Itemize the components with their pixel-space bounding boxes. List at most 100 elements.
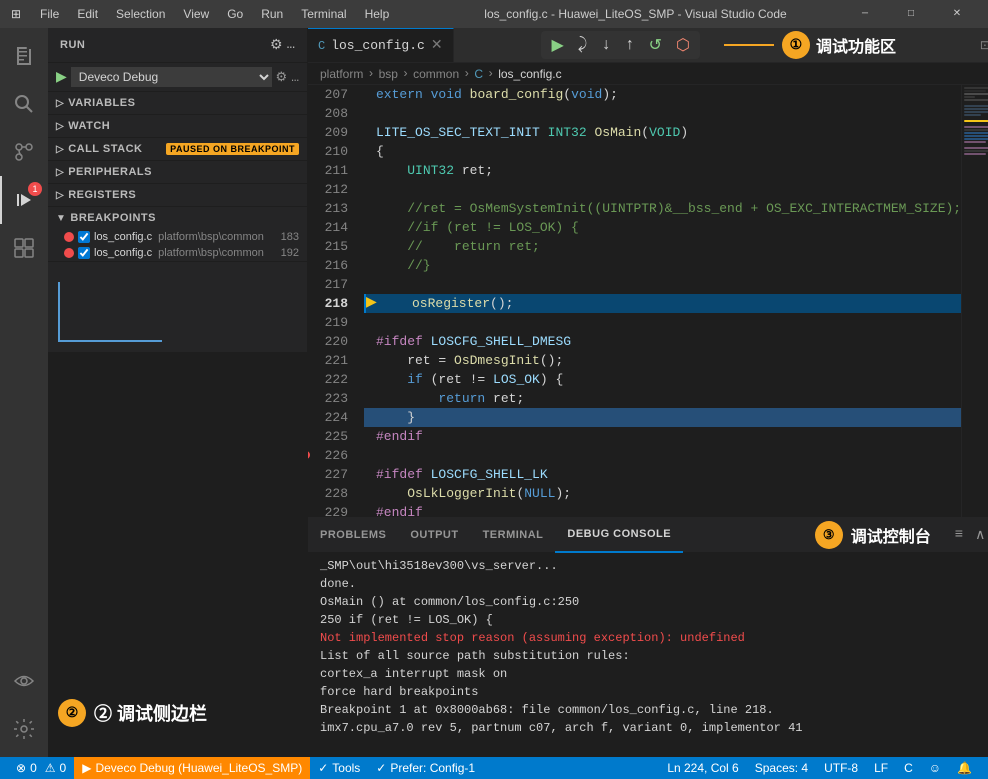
editor-layout-button[interactable]: ⊡	[980, 38, 988, 53]
menu-edit[interactable]: Edit	[69, 5, 106, 23]
breakpoints-section: ▼ BREAKPOINTS los_config.c platform\bsp\…	[48, 207, 307, 262]
debug-step-into-button[interactable]: ↓	[597, 34, 615, 56]
status-errors[interactable]: ⊗ 0 ⚠ 0	[8, 757, 74, 779]
mm-line-20	[964, 144, 988, 146]
console-line-11	[320, 737, 988, 755]
peripherals-chevron: ▷	[56, 167, 64, 178]
console-line-1: _SMP\out\hi3518ev300\vs_server...	[320, 557, 988, 575]
code-line-207: extern void board_config(void);	[364, 85, 961, 104]
more-options-icon[interactable]: …	[287, 37, 295, 53]
menu-file[interactable]: File	[32, 5, 67, 23]
breadcrumb-platform[interactable]: platform	[320, 67, 363, 81]
menu-selection[interactable]: Selection	[108, 5, 173, 23]
menu-go[interactable]: Go	[219, 5, 251, 23]
debug-step-over-button[interactable]: ⤸	[574, 34, 592, 56]
registers-header[interactable]: ▷ REGISTERS	[48, 184, 307, 206]
activity-extensions[interactable]	[0, 224, 48, 272]
variables-label: VARIABLES	[68, 97, 135, 109]
maximize-button[interactable]: □	[888, 0, 934, 28]
ln-213: 213	[308, 199, 348, 218]
settings-icon[interactable]: ⚙	[270, 37, 283, 54]
bp-path-2: platform\bsp\common	[158, 247, 264, 259]
panel-collapse-button[interactable]: ∧	[971, 525, 988, 546]
activity-remote[interactable]	[0, 657, 48, 705]
debug-config-select[interactable]: Deveco Debug	[71, 67, 272, 87]
notification-icon: 🔔	[957, 761, 972, 775]
minimize-button[interactable]: ─	[842, 0, 888, 28]
code-content[interactable]: extern void board_config(void); LITE_OS_…	[356, 85, 961, 517]
status-encoding[interactable]: UTF-8	[816, 757, 866, 779]
variables-chevron: ▷	[56, 98, 64, 109]
mm-line-1	[964, 87, 988, 89]
annotation-bracket	[58, 282, 162, 342]
breadcrumb-lang[interactable]: C	[474, 67, 483, 81]
breadcrumb-file[interactable]: los_config.c	[498, 67, 561, 81]
code-line-220: #ifdef LOSCFG_SHELL_DMESG	[364, 332, 961, 351]
peripherals-header[interactable]: ▷ PERIPHERALS	[48, 161, 307, 183]
activity-search[interactable]	[0, 80, 48, 128]
menu-help[interactable]: Help	[357, 5, 398, 23]
annotation-circle-3: ③	[815, 521, 843, 549]
variables-header[interactable]: ▷ VARIABLES	[48, 92, 307, 114]
watch-chevron: ▷	[56, 121, 64, 132]
panel-filter-button[interactable]: ≡	[951, 525, 967, 545]
status-notification[interactable]: 🔔	[949, 757, 980, 779]
annotation-line-1	[724, 44, 774, 46]
watch-header[interactable]: ▷ WATCH	[48, 115, 307, 137]
tab-close-button[interactable]: ✕	[431, 37, 443, 54]
callstack-header[interactable]: ▷ CALL STACK PAUSED ON BREAKPOINT	[48, 138, 307, 160]
code-line-213: //ret = OsMemSystemInit((UINTPTR)&__bss_…	[364, 199, 961, 218]
ln-227: 227	[308, 465, 348, 484]
activity-settings[interactable]	[0, 705, 48, 753]
tab-problems[interactable]: PROBLEMS	[308, 518, 398, 553]
breakpoints-header[interactable]: ▼ BREAKPOINTS	[48, 207, 307, 229]
status-language[interactable]: C	[896, 757, 921, 779]
close-button[interactable]: ✕	[934, 0, 980, 28]
tab-los-config[interactable]: C los_config.c ✕	[308, 28, 454, 62]
status-feedback[interactable]: ☺	[921, 757, 949, 779]
panel-content[interactable]: _SMP\out\hi3518ev300\vs_server... done. …	[308, 553, 988, 757]
watch-section: ▷ WATCH	[48, 115, 307, 138]
ln-215: 215	[308, 237, 348, 256]
code-line-212	[364, 180, 961, 199]
breadcrumb-bsp[interactable]: bsp	[379, 67, 398, 81]
panel: PROBLEMS OUTPUT TERMINAL DEBUG CONSOLE ③…	[308, 517, 988, 757]
status-config[interactable]: ✓ Prefer: Config-1	[368, 757, 483, 779]
status-debug[interactable]: ▶ Deveco Debug (Huawei_LiteOS_SMP)	[74, 757, 310, 779]
tab-terminal[interactable]: TERMINAL	[471, 518, 556, 553]
breadcrumb: platform › bsp › common › C › los_config…	[308, 63, 988, 85]
mm-line-10	[964, 114, 981, 116]
code-line-219	[364, 313, 961, 332]
watch-label: WATCH	[68, 120, 110, 132]
tab-bar: C los_config.c ✕ ▶ ⤸ ↓ ↑ ↺ ⬡	[308, 28, 988, 63]
debug-step-out-button[interactable]: ↑	[621, 34, 639, 56]
status-tools[interactable]: ✓ Tools	[310, 757, 368, 779]
menu-terminal[interactable]: Terminal	[293, 5, 354, 23]
tab-debug-console[interactable]: DEBUG CONSOLE	[555, 518, 683, 553]
debug-gear-icon[interactable]: ⚙	[276, 70, 288, 85]
tab-output[interactable]: OUTPUT	[398, 518, 470, 553]
menu-view[interactable]: View	[175, 5, 217, 23]
debug-continue-button[interactable]: ▶	[547, 33, 567, 57]
app-icon: ⊞	[8, 6, 24, 22]
debug-restart-button[interactable]: ↺	[645, 33, 666, 57]
menu-run[interactable]: Run	[253, 5, 291, 23]
activity-debug[interactable]: 1	[0, 176, 48, 224]
breakpoint-checkbox-2[interactable]	[78, 247, 90, 259]
breadcrumb-common[interactable]: common	[413, 67, 459, 81]
breakpoint-checkbox-1[interactable]	[78, 231, 90, 243]
status-eol[interactable]: LF	[866, 757, 896, 779]
status-position[interactable]: Ln 224, Col 6	[659, 757, 746, 779]
start-debug-button[interactable]: ▶	[56, 69, 67, 86]
mm-line-19	[964, 141, 986, 143]
registers-section: ▷ REGISTERS	[48, 184, 307, 207]
activity-source-control[interactable]	[0, 128, 48, 176]
activity-explorer[interactable]	[0, 32, 48, 80]
status-spaces[interactable]: Spaces: 4	[747, 757, 816, 779]
peripherals-section: ▷ PERIPHERALS	[48, 161, 307, 184]
ln-220: 220	[308, 332, 348, 351]
code-editor[interactable]: 207 208 209 210 211 212 213 214 215 216 …	[308, 85, 961, 517]
debug-more-icon[interactable]: …	[291, 70, 299, 85]
debug-stop-button[interactable]: ⬡	[672, 33, 694, 57]
breakpoints-label: BREAKPOINTS	[70, 212, 156, 224]
